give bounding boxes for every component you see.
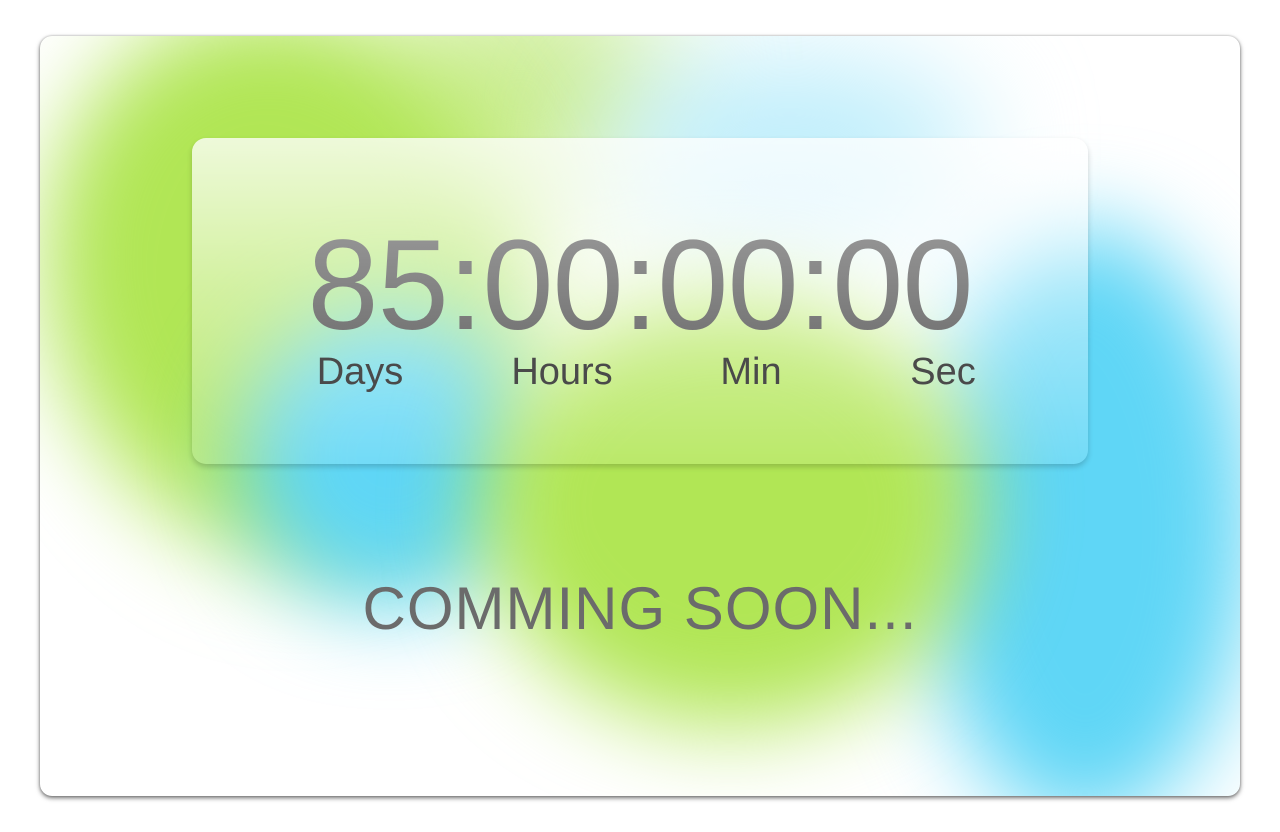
timer-labels: Days Hours Min Sec [192, 350, 1088, 400]
timer-panel: 85:00:00:00 Days Hours Min Sec [192, 138, 1088, 464]
seconds-label: Sec [910, 351, 976, 393]
coming-soon-message: COMMING SOON... [362, 575, 918, 642]
hours-label: Hours [511, 351, 613, 393]
page: 85:00:00:00 Days Hours Min Sec COMMING S… [0, 0, 1280, 832]
days-label: Days [316, 351, 404, 393]
countdown-card: 85:00:00:00 Days Hours Min Sec COMMING S… [40, 36, 1240, 796]
minutes-label: Min [720, 351, 782, 393]
countdown-timer: 85:00:00:00 [192, 216, 1088, 356]
